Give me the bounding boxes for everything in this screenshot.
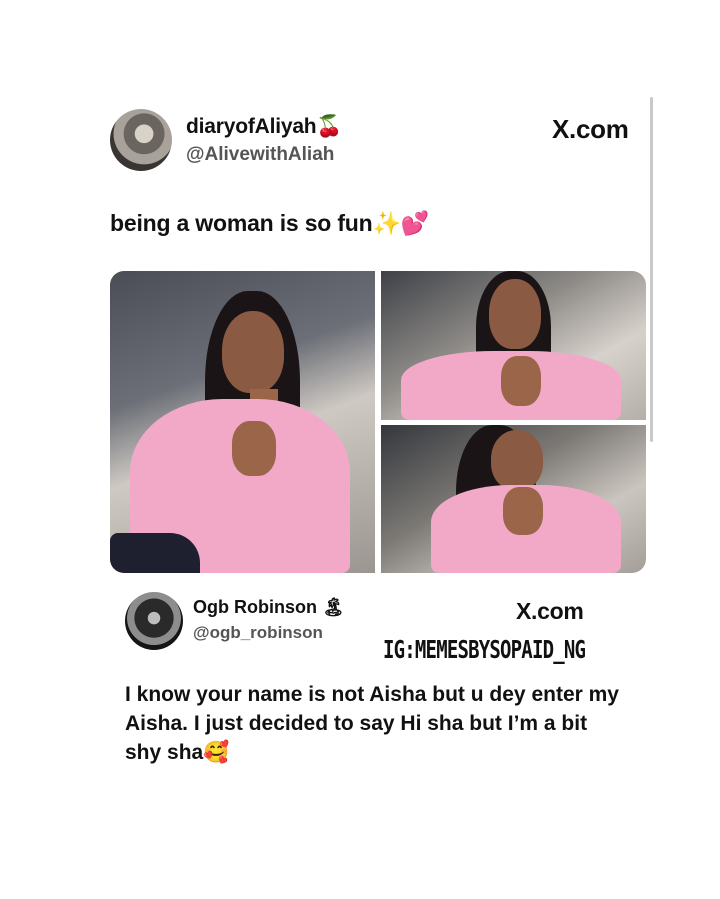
scrollbar[interactable] [650, 97, 653, 442]
x-logo: X.com [552, 114, 629, 144]
avatar[interactable] [125, 592, 183, 650]
tweet-text: I know your name is not Aisha but u dey … [125, 683, 619, 764]
avatar[interactable] [110, 109, 172, 171]
display-name[interactable]: Ogb Robinson 🏝 [193, 597, 345, 618]
photo-bottom-right[interactable] [381, 425, 646, 573]
photo-main[interactable] [110, 271, 375, 573]
photo-top-right[interactable] [381, 271, 646, 420]
watermark: IG:MEMESBYSOPAID_NG [383, 636, 586, 665]
user-handle[interactable]: @ogb_robinson [193, 623, 323, 643]
x-logo: X.com [516, 598, 584, 624]
display-name[interactable]: diaryofAliyah🍒 [186, 115, 343, 139]
tweet-text: being a woman is so fun✨💕 [110, 210, 430, 236]
user-handle[interactable]: @AlivewithAliah [186, 144, 334, 166]
